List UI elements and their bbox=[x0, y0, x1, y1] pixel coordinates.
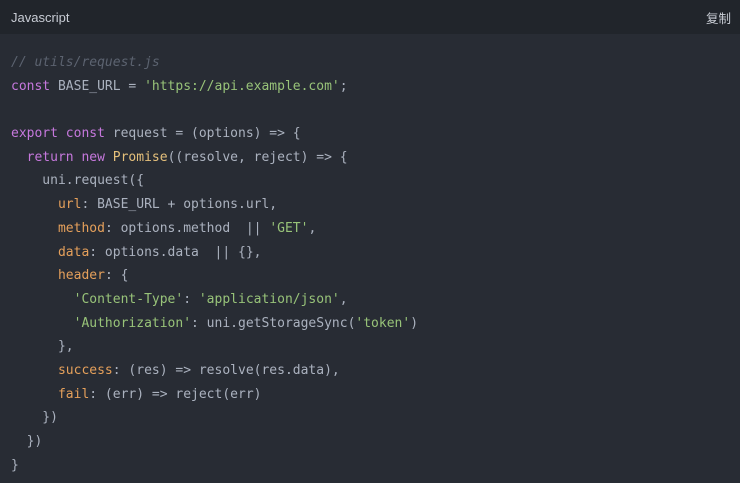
code-token-plain: ) bbox=[410, 315, 419, 331]
code-line: data: options.data || {}, bbox=[11, 241, 740, 265]
code-token-class: Promise bbox=[112, 149, 168, 165]
code-line: return new Promise((resolve, reject) => … bbox=[11, 146, 740, 170]
code-token-string: 'Authorization' bbox=[73, 315, 192, 331]
code-token-plain: } bbox=[11, 457, 19, 473]
code-token-prop: method bbox=[57, 220, 105, 236]
code-token-plain: request = (options) => { bbox=[104, 126, 301, 142]
code-token-plain: , bbox=[308, 220, 317, 236]
code-block: Javascript 复制 // utils/request.js const B… bbox=[0, 0, 740, 483]
code-token-plain: : uni.getStorageSync( bbox=[191, 315, 356, 331]
code-line: const BASE_URL = 'https://api.example.co… bbox=[11, 75, 740, 99]
code-token-keyword: const bbox=[65, 126, 105, 142]
code-block-header: Javascript 复制 bbox=[0, 0, 740, 34]
code-token-prop: data bbox=[57, 244, 90, 260]
code-token-prop: header bbox=[57, 268, 105, 284]
code-token-plain: }) bbox=[11, 434, 43, 449]
code-line: url: BASE_URL + options.url, bbox=[11, 193, 740, 217]
copy-button[interactable]: 复制 bbox=[706, 8, 731, 27]
code-token-prop: fail bbox=[57, 386, 90, 402]
code-token-keyword: export bbox=[11, 126, 58, 142]
code-token-plain: , bbox=[339, 291, 348, 307]
code-token-plain: : (res) => resolve(res.data), bbox=[112, 362, 340, 378]
language-label: Javascript bbox=[11, 9, 70, 25]
code-line: // utils/request.js bbox=[11, 51, 740, 75]
code-line: 'Content-Type': 'application/json', bbox=[11, 288, 740, 312]
code-line: fail: (err) => reject(err) bbox=[11, 383, 740, 407]
code-token-plain: ((resolve, reject) => { bbox=[167, 149, 348, 165]
code-token-plain: : BASE_URL + options.url, bbox=[81, 197, 278, 213]
code-token-plain: }) bbox=[11, 410, 58, 426]
code-token-string: 'token' bbox=[355, 315, 411, 331]
code-line: success: (res) => resolve(res.data), bbox=[11, 359, 740, 383]
code-line: method: options.method || 'GET', bbox=[11, 217, 740, 241]
code-token-keyword: return bbox=[26, 149, 74, 165]
code-line: }, bbox=[11, 335, 740, 359]
code-token-comment: // utils/request.js bbox=[11, 55, 160, 70]
code-token-keyword: const bbox=[11, 78, 51, 94]
code-line: header: { bbox=[11, 264, 740, 288]
code-token-plain: uni.request({ bbox=[11, 173, 145, 189]
code-token-plain: : { bbox=[104, 268, 129, 284]
code-token-prop: url bbox=[57, 197, 82, 213]
code-token-string: 'GET' bbox=[269, 220, 309, 236]
code-token-string: 'https://api.example.com' bbox=[144, 78, 340, 94]
code-token-plain: ; bbox=[339, 78, 348, 94]
code-line: 'Authorization': uni.getStorageSync('tok… bbox=[11, 312, 740, 336]
code-token-plain: : bbox=[183, 291, 199, 307]
code-line: }) bbox=[11, 430, 740, 454]
code-line: } bbox=[11, 454, 740, 478]
code-token-plain: }, bbox=[11, 339, 74, 355]
code-token-prop: success bbox=[57, 362, 113, 378]
code-token-plain: BASE_URL = bbox=[50, 78, 145, 94]
code-token-string: 'Content-Type' bbox=[73, 291, 184, 307]
code-token-plain: : options.method || bbox=[104, 220, 270, 236]
code-content[interactable]: // utils/request.js const BASE_URL = 'htt… bbox=[0, 34, 740, 477]
code-line: uni.request({ bbox=[11, 169, 740, 193]
code-line: export const request = (options) => { bbox=[11, 122, 740, 146]
code-token-string: 'application/json' bbox=[198, 291, 340, 307]
code-token-keyword: new bbox=[81, 149, 105, 165]
code-line: }) bbox=[11, 406, 740, 430]
code-token-plain: : options.data || {}, bbox=[89, 244, 262, 260]
code-token-plain: : (err) => reject(err) bbox=[89, 386, 262, 402]
